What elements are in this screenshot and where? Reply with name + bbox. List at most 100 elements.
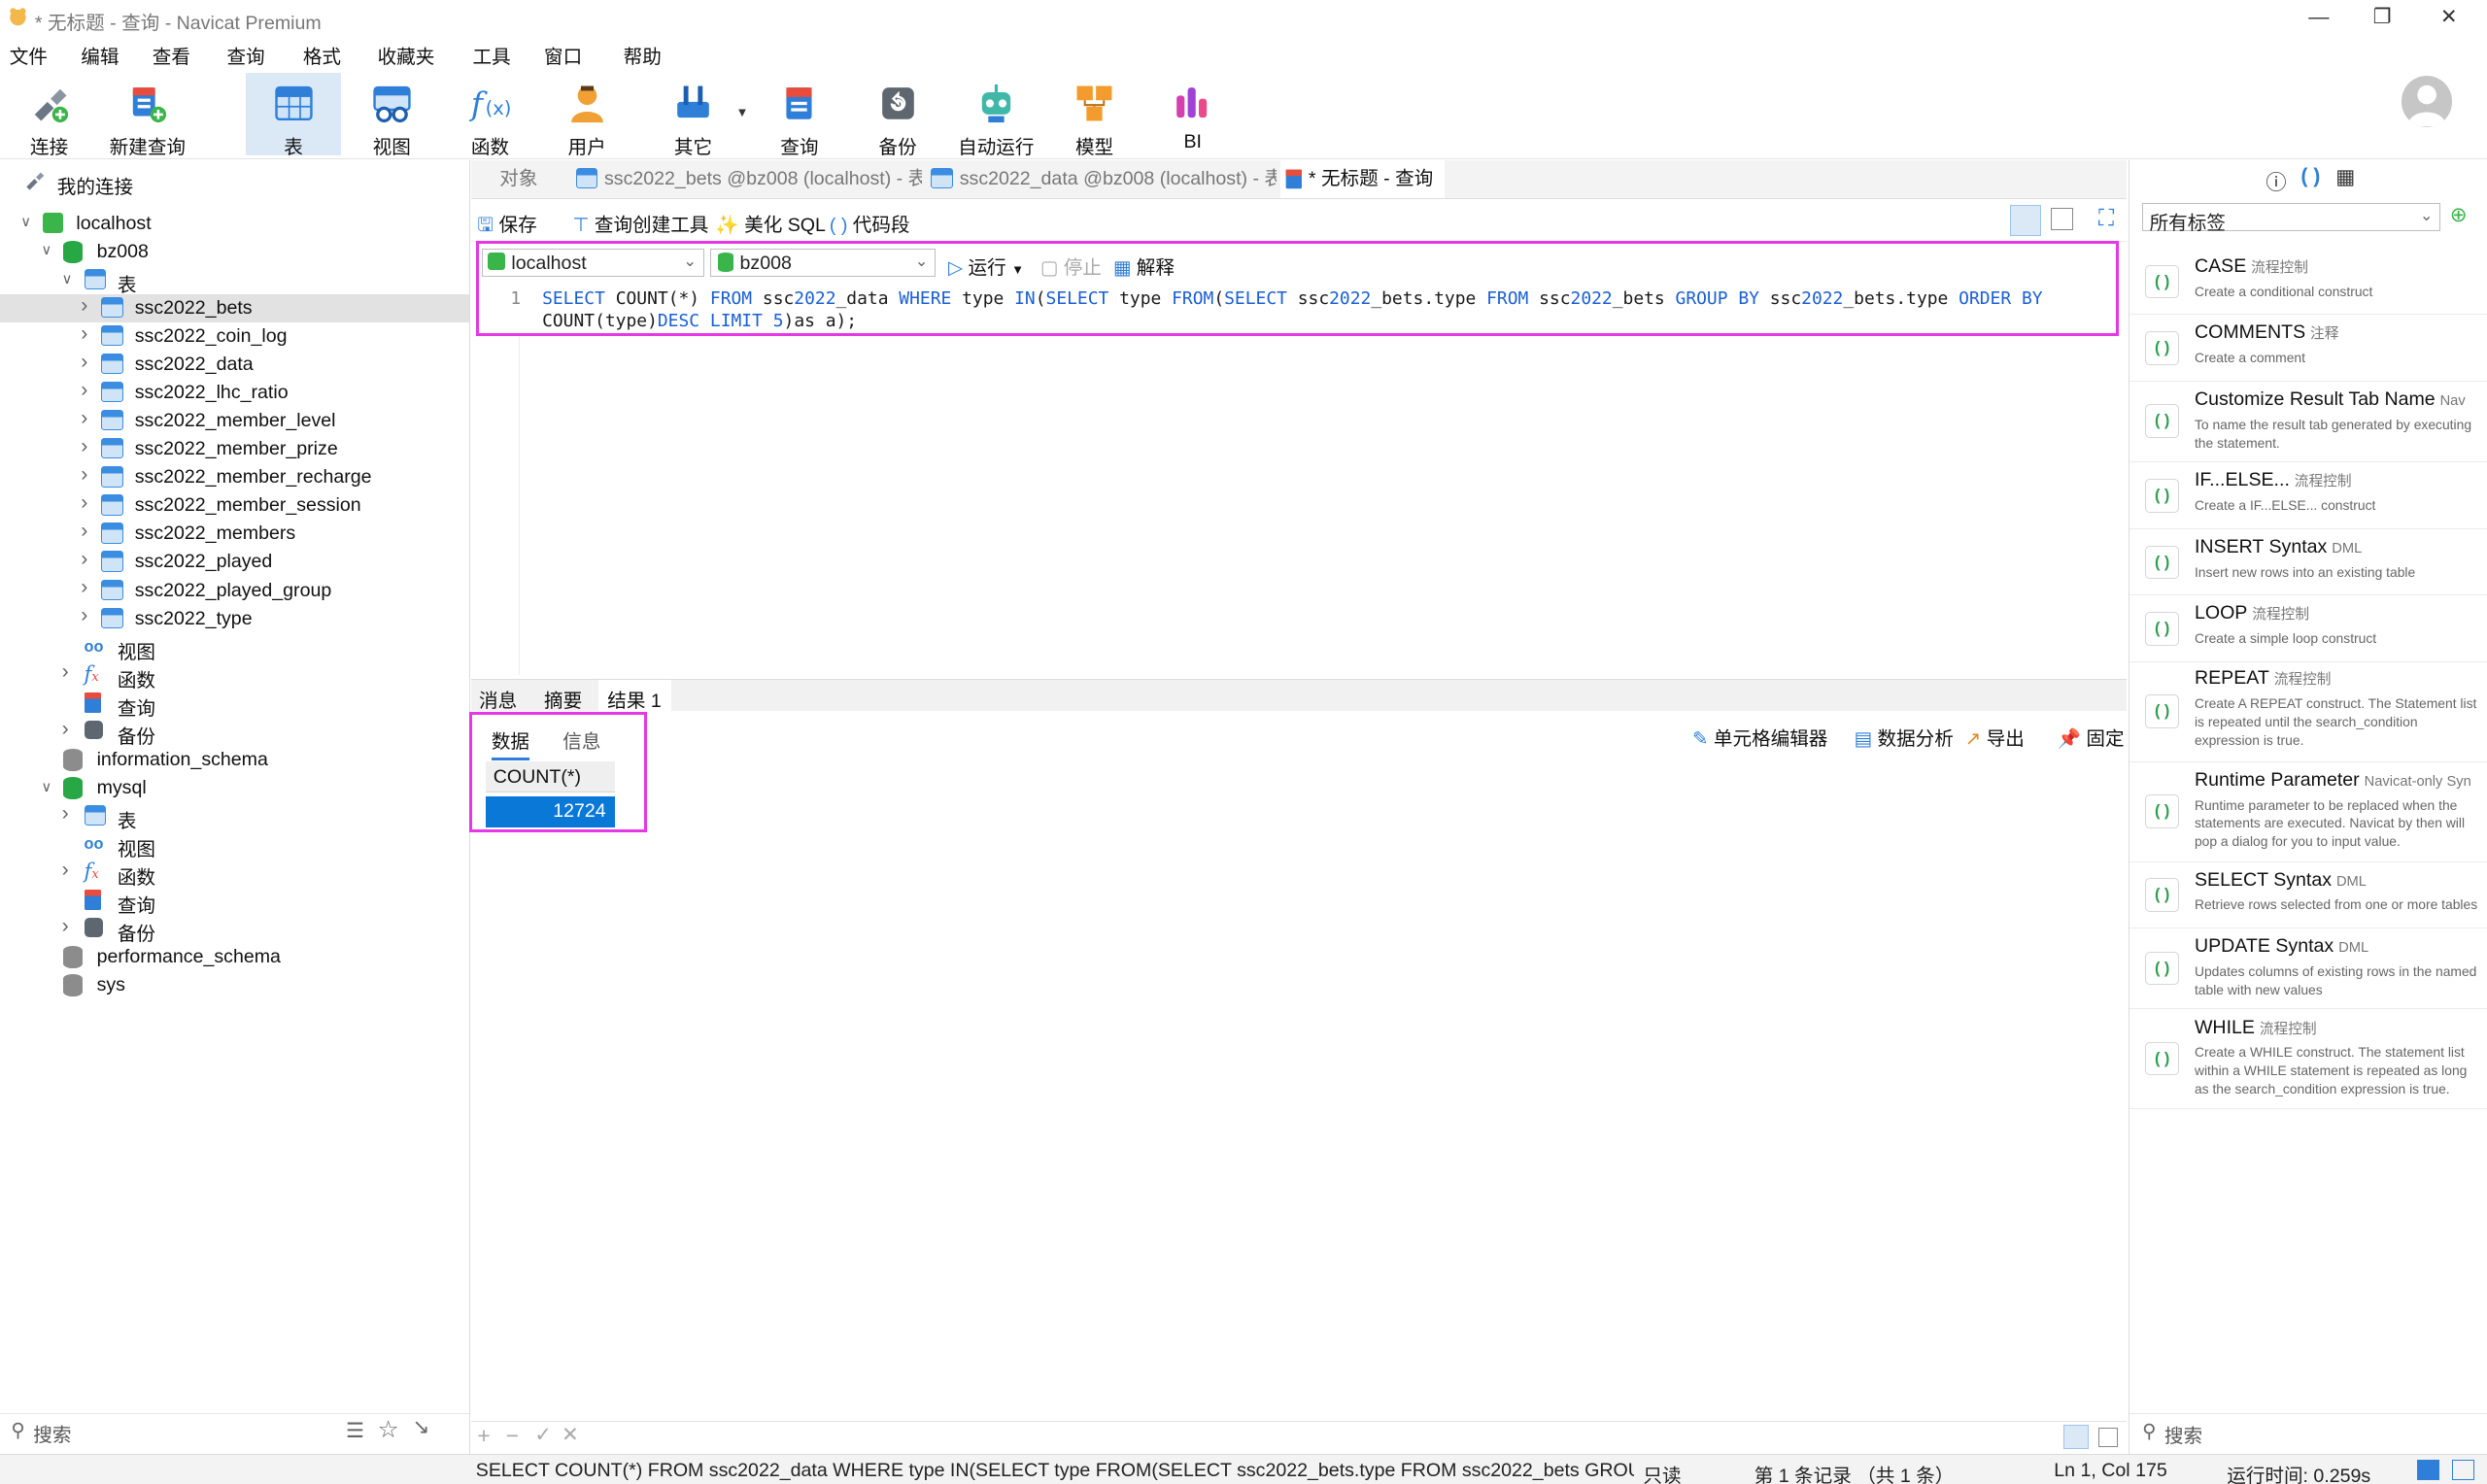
tree-item[interactable]: sys [0, 971, 469, 999]
menu-edit[interactable]: 编辑 [81, 41, 119, 69]
toolbar-table-button[interactable]: 表 [246, 73, 341, 158]
tree-item[interactable]: ∨ localhost [0, 210, 469, 238]
tree-item-table[interactable]: › ssc2022_member_level [0, 407, 469, 435]
menu-file[interactable]: 文件 [10, 41, 48, 69]
tag-filter-select[interactable]: 所有标签 ⌄ [2142, 202, 2440, 234]
tree-item[interactable]: ∨ 表 [0, 266, 469, 296]
chevron-right-icon[interactable]: › [62, 915, 78, 937]
tree-item-table[interactable]: › ssc2022_members [0, 520, 469, 548]
chevron-right-icon[interactable]: › [81, 576, 96, 598]
database-select[interactable]: bz008 ⌄ [710, 249, 936, 278]
menu-window[interactable]: 窗口 [544, 41, 582, 69]
table-row[interactable]: 12724 [485, 795, 616, 828]
snippet-item[interactable]: ( ) WHILE 流程控制 Create a WHILE construct. Th… [2129, 1010, 2487, 1110]
toolbar-model-button[interactable]: 模型 [1047, 73, 1142, 158]
sql-editor[interactable]: SELECT COUNT(*) FROM ssc2022_data WHERE … [542, 288, 2112, 333]
search-input[interactable]: 搜索 [33, 1419, 71, 1447]
delete-row-icon[interactable]: − [506, 1423, 519, 1449]
add-row-icon[interactable]: + [477, 1423, 490, 1449]
panel-toggle-icon[interactable] [2417, 1460, 2439, 1481]
tree-item[interactable]: › 备份 [0, 915, 469, 945]
stop-button[interactable]: ▢ 停止 [1040, 252, 1102, 280]
chevron-right-icon[interactable]: › [81, 491, 96, 514]
avatar[interactable] [2401, 76, 2453, 127]
chevron-right-icon[interactable]: › [62, 660, 78, 683]
tree-item-table[interactable]: › ssc2022_played [0, 548, 469, 576]
chevron-right-icon[interactable]: › [81, 407, 96, 429]
toolbar-other-button[interactable]: 其它 [645, 73, 740, 158]
server-select[interactable]: localhost ⌄ [482, 249, 704, 278]
grid-icon[interactable]: ▦ [2335, 165, 2355, 189]
run-button[interactable]: ▷ 运行 ▼ [948, 252, 1024, 280]
tab-ssc2022-data[interactable]: ssc2022_data @bz008 (localhost) - 表 [928, 160, 1277, 198]
menu-query[interactable]: 查询 [226, 41, 264, 69]
snippet-item[interactable]: ( ) LOOP 流程控制 Create a simple loop construc… [2129, 596, 2487, 662]
toolbar-bi-button[interactable]: BI [1145, 73, 1241, 155]
star-icon[interactable]: ☆ [378, 1415, 399, 1444]
tree-item[interactable]: oo 视图 [0, 632, 469, 663]
snippet-item[interactable]: ( ) REPEAT 流程控制 Create A REPEAT construct. … [2129, 661, 2487, 762]
cell-editor-button[interactable]: ✎ 单元格编辑器 [1692, 723, 1827, 751]
chevron-down-icon[interactable]: ∨ [20, 214, 36, 233]
chevron-right-icon[interactable]: › [62, 859, 78, 881]
chevron-right-icon[interactable]: › [81, 379, 96, 401]
toolbar-automation-button[interactable]: 自动运行 [948, 73, 1043, 158]
toolbar-query-button[interactable]: 查询 [752, 73, 847, 158]
data-analysis-button[interactable]: ▤ 数据分析 [1855, 723, 1954, 751]
snippet-item[interactable]: ( ) UPDATE Syntax DML Updates columns of ex… [2129, 929, 2487, 1010]
tree-item-table[interactable]: › ssc2022_type [0, 604, 469, 632]
chevron-right-icon[interactable]: › [81, 548, 96, 570]
menu-help[interactable]: 帮助 [624, 41, 662, 69]
toolbar-backup-button[interactable]: 备份 [850, 73, 945, 158]
layout-horizontal-icon[interactable] [2009, 204, 2042, 237]
snippet-button[interactable]: ( ) 代码段 [830, 209, 910, 237]
snippet-item[interactable]: ( ) COMMENTS 注释 Create a comment [2129, 316, 2487, 382]
apply-icon[interactable]: ✓ [534, 1423, 552, 1447]
chevron-right-icon[interactable]: › [81, 351, 96, 373]
close-button[interactable]: ✕ [2433, 3, 2465, 31]
snippet-item[interactable]: ( ) Customize Result Tab Name Nav To name t… [2129, 382, 2487, 463]
chevron-right-icon[interactable]: › [81, 322, 96, 345]
panel-toggle-right-icon[interactable] [2452, 1460, 2474, 1481]
toolbar-new-query-button[interactable]: 新建查询 [100, 73, 195, 158]
layout-vertical-icon[interactable] [2051, 207, 2073, 230]
tree-item[interactable]: ∨ bz008 [0, 238, 469, 266]
menu-view[interactable]: 查看 [153, 41, 190, 69]
tree-item[interactable]: › 备份 [0, 718, 469, 748]
toolbar-connection-button[interactable]: 连接 [2, 73, 97, 158]
tree-item-table[interactable]: › ssc2022_bets [0, 293, 470, 323]
tree-item[interactable]: › fx 函数 [0, 859, 469, 889]
tree-item[interactable]: information_schema [0, 746, 469, 774]
chevron-right-icon[interactable]: › [81, 520, 96, 542]
tree-item[interactable]: 查询 [0, 690, 469, 720]
minimize-button[interactable]: — [2303, 3, 2335, 31]
toolbar-user-button[interactable]: 用户 [539, 73, 634, 158]
tab-summary[interactable]: 摘要 [544, 685, 582, 713]
tree-item[interactable]: ∨ mysql [0, 774, 469, 802]
tab-untitled-query[interactable]: * 无标题 - 查询 [1279, 159, 1446, 199]
chevron-down-icon[interactable]: ▼ [736, 105, 749, 119]
info-icon[interactable]: ⓘ [2266, 166, 2286, 196]
grid-view-icon[interactable] [2063, 1425, 2090, 1449]
tree-item-table[interactable]: › ssc2022_member_session [0, 491, 469, 520]
save-button[interactable]: 🖫 保存 [477, 209, 536, 244]
pin-button[interactable]: 📌 固定 [2058, 723, 2125, 751]
tab-info[interactable]: 信息 [562, 725, 600, 754]
chevron-down-icon[interactable]: ∨ [41, 779, 56, 798]
menu-tools[interactable]: 工具 [473, 41, 511, 69]
chevron-right-icon[interactable]: › [62, 802, 78, 825]
tab-messages[interactable]: 消息 [479, 685, 517, 713]
menu-favorites[interactable]: 收藏夹 [378, 41, 435, 69]
discard-icon[interactable]: ✕ [562, 1423, 579, 1447]
explain-button[interactable]: ▦ 解释 [1113, 252, 1175, 280]
menu-format[interactable]: 格式 [303, 41, 341, 69]
chevron-right-icon[interactable]: › [81, 604, 96, 626]
tree-item[interactable]: 查询 [0, 887, 469, 917]
chevron-down-icon[interactable]: ∨ [62, 271, 78, 290]
tree-item-table[interactable]: › ssc2022_member_recharge [0, 463, 469, 491]
toolbar-function-button[interactable]: f (x) 函数 [443, 73, 538, 159]
tree-item[interactable]: › fx 函数 [0, 660, 469, 691]
tree-item-table[interactable]: › ssc2022_played_group [0, 576, 469, 604]
snippet-item[interactable]: ( ) Runtime Parameter Navicat-only Syn Runt… [2129, 762, 2487, 862]
tree-item-table[interactable]: › ssc2022_coin_log [0, 322, 469, 351]
